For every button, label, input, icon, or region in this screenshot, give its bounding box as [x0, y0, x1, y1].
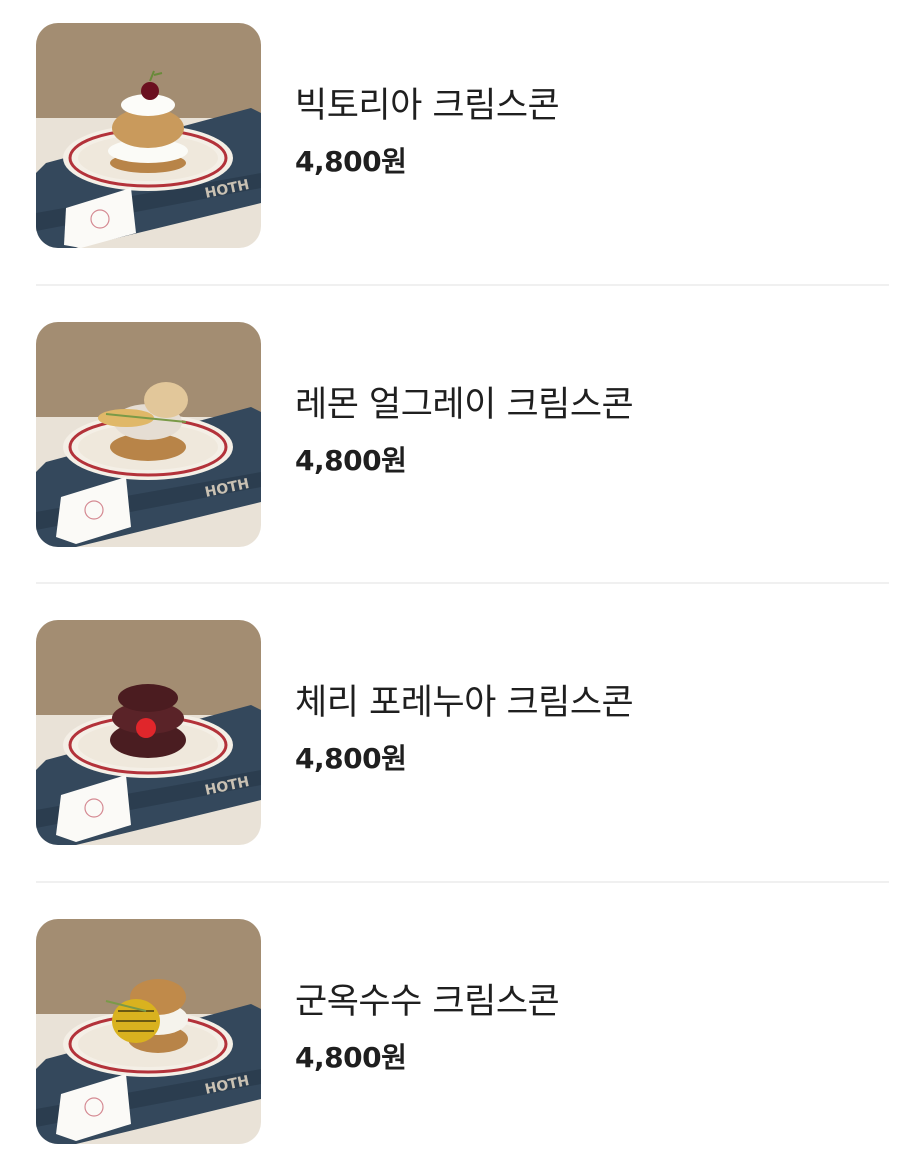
menu-item-cherry-foret-noire-cream-scone[interactable]: HOTH 체리 포레누아 크림스콘 4,800원	[36, 620, 889, 846]
item-name: 레몬 얼그레이 크림스콘	[295, 385, 634, 425]
item-price: 4,800원	[295, 1041, 407, 1074]
divider	[36, 582, 889, 584]
divider	[36, 284, 889, 286]
product-image: HOTH	[36, 322, 261, 547]
menu-item-roasted-corn-cream-scone[interactable]: HOTH 군옥수수 크림스콘 4,800원	[36, 919, 889, 1145]
menu-item-lemon-earl-grey-cream-scone[interactable]: HOTH 레몬 얼그레이 크림스콘 4,800원	[36, 322, 889, 548]
item-price: 4,800원	[295, 742, 407, 775]
item-name: 군옥수수 크림스콘	[295, 982, 560, 1022]
item-price: 4,800원	[295, 145, 407, 178]
menu-item-victoria-cream-scone[interactable]: HOTH 빅토리아 크림스콘 4,800원	[36, 23, 889, 249]
product-image: HOTH	[36, 620, 261, 845]
product-image: HOTH	[36, 919, 261, 1144]
divider	[36, 881, 889, 883]
menu-list: HOTH 빅토리아 크림스콘 4,800원 HOTH 레몬 얼그레이 크림스콘 …	[0, 0, 900, 1150]
item-name: 빅토리아 크림스콘	[295, 86, 560, 126]
product-image: HOTH	[36, 23, 261, 248]
item-name: 체리 포레누아 크림스콘	[295, 683, 634, 723]
item-price: 4,800원	[295, 444, 407, 477]
